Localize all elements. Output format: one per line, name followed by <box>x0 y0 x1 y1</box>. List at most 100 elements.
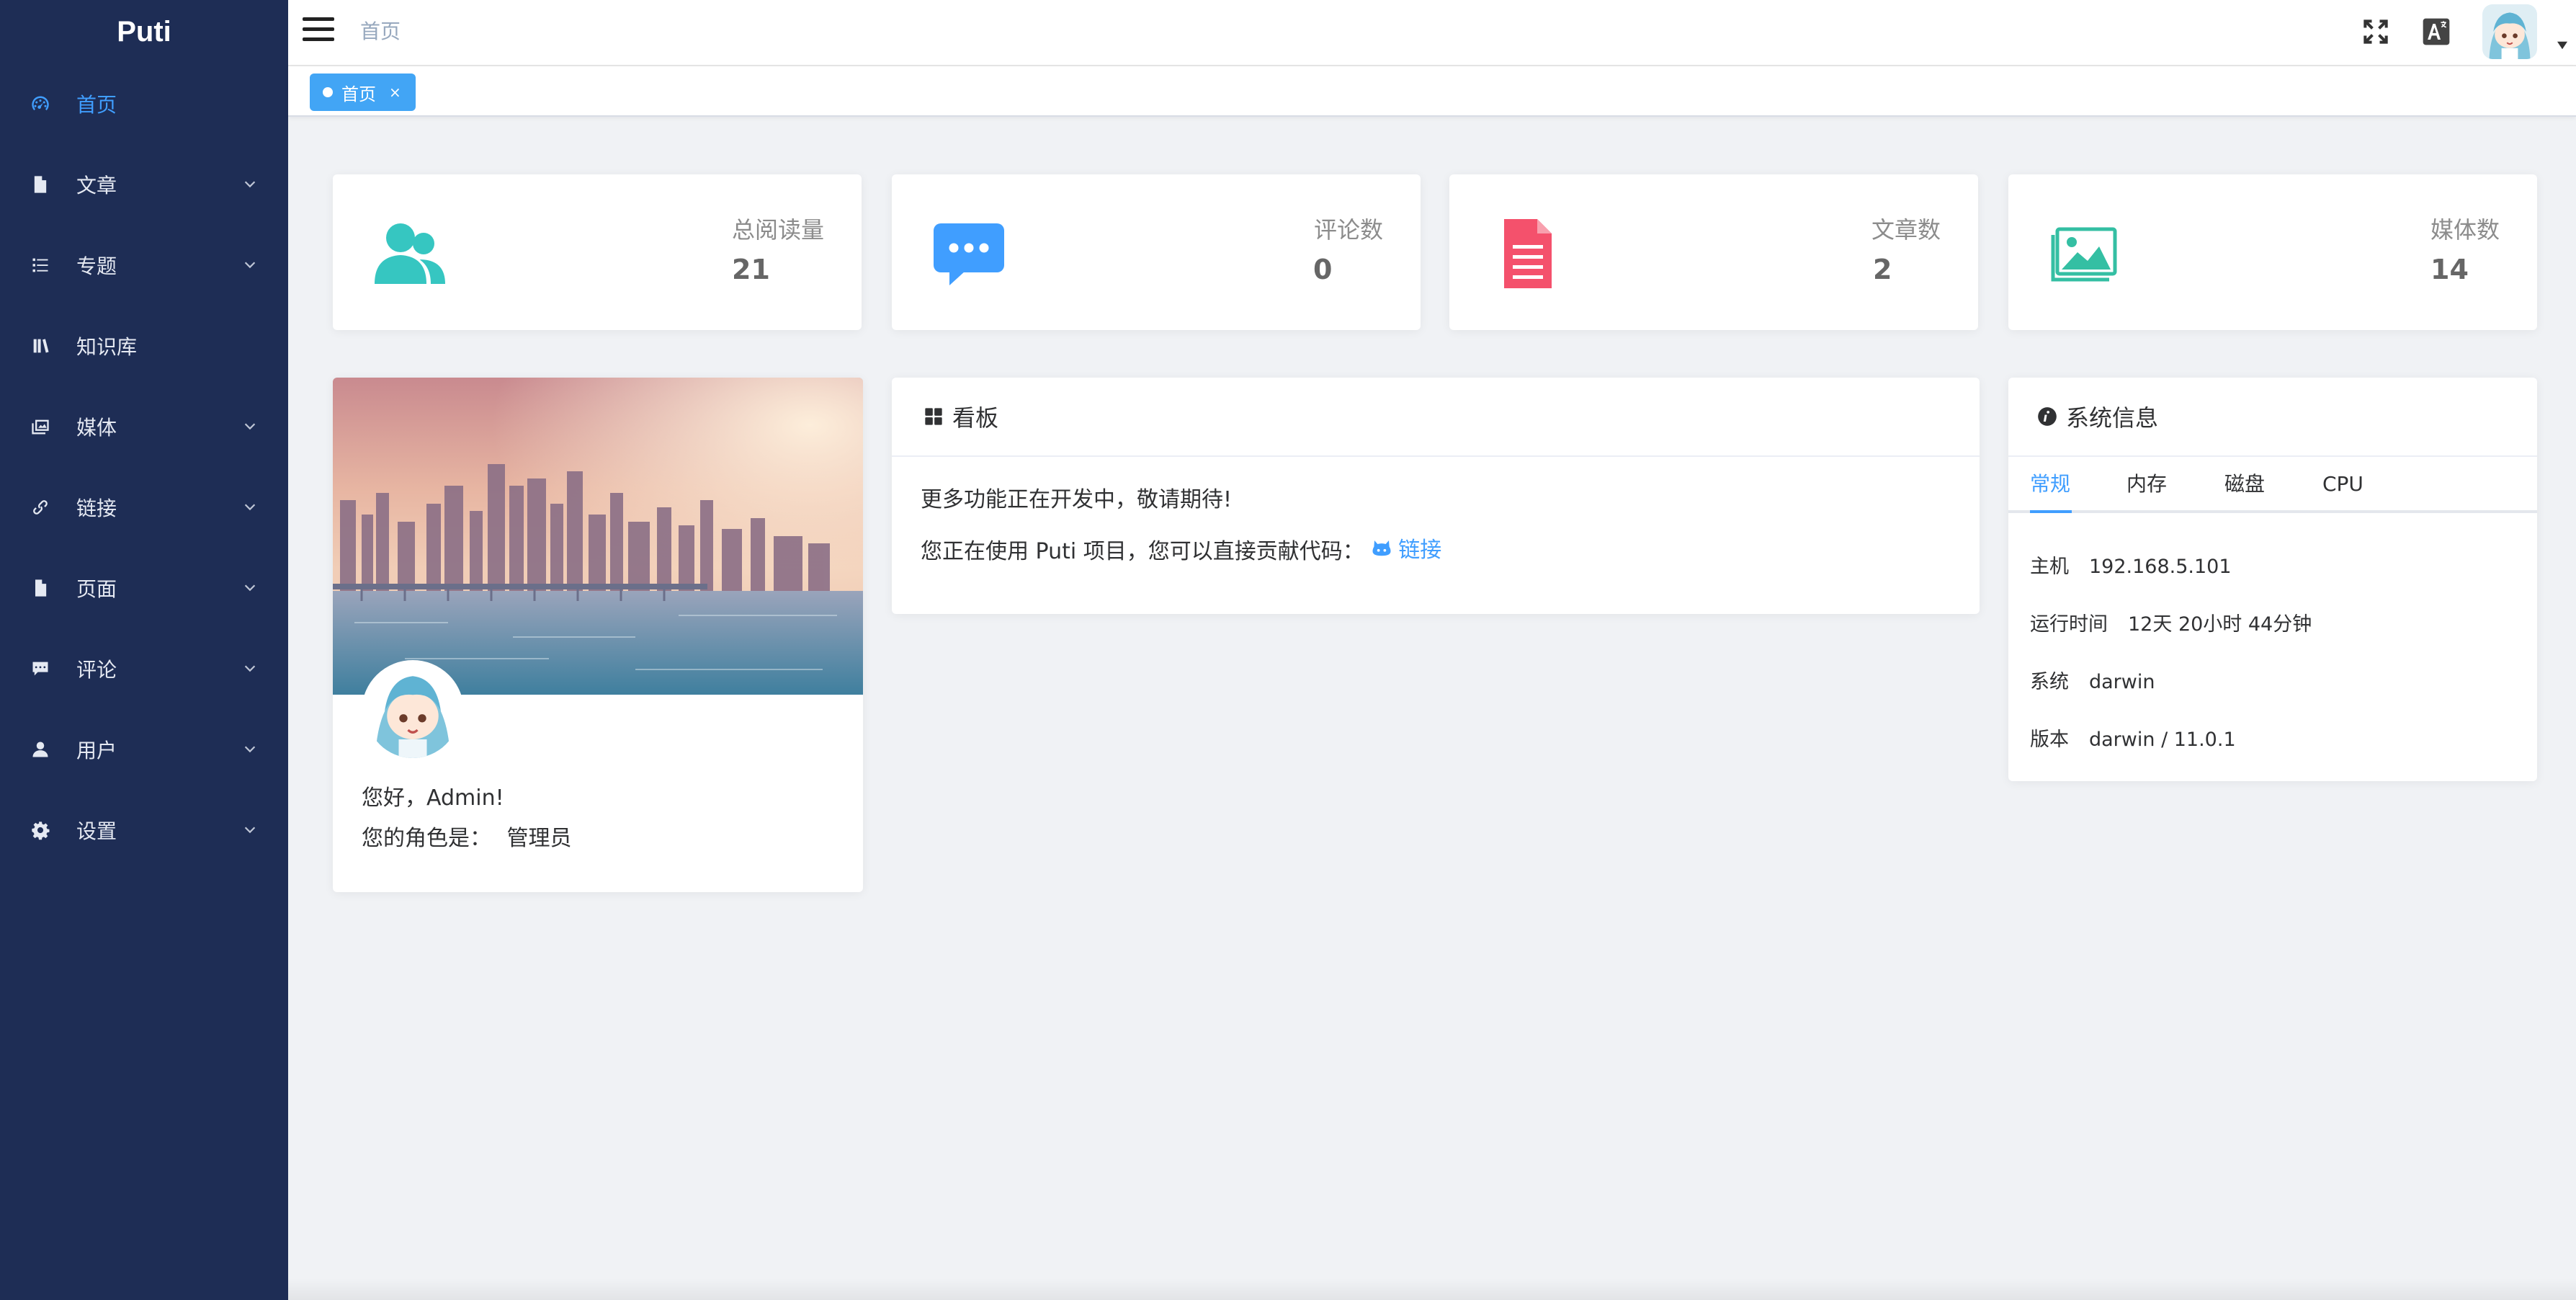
stat-value: 14 <box>2430 254 2469 285</box>
active-tab-indicator <box>2030 510 2072 513</box>
info-row-os: 系统 darwin <box>2030 666 2155 694</box>
chevron-down-icon <box>242 657 258 673</box>
info-key: 运行时间 <box>2030 613 2108 636</box>
chat-icon[interactable] <box>932 219 1007 288</box>
profile-role: 您的角色是： 管理员 <box>362 820 572 852</box>
sidebar-item-label: 专题 <box>76 254 117 278</box>
sidebar-item-label: 文章 <box>76 174 117 197</box>
system-info-card: 系统信息 常规 内存 磁盘 CPU 主机 192.168.5.101 运行时间 12… <box>2008 378 2537 781</box>
sidebar-item-topics[interactable]: 专题 <box>0 225 288 306</box>
fullscreen-icon[interactable] <box>2360 16 2392 48</box>
top-header: 首页 <box>288 0 2576 66</box>
sidebar-item-label: 首页 <box>76 93 117 117</box>
books-icon <box>29 334 52 357</box>
document-icon <box>29 173 52 196</box>
board-text-dev: 更多功能正在开发中，敬请期待! <box>921 487 1233 512</box>
role-value: 管理员 <box>506 826 572 851</box>
stat-card-media[interactable]: 媒体数 14 <box>2008 174 2537 330</box>
user-avatar[interactable] <box>2482 4 2537 59</box>
translate-icon[interactable] <box>2420 16 2452 48</box>
breadcrumb[interactable]: 首页 <box>360 0 401 63</box>
sidebar-item-users[interactable]: 用户 <box>0 709 288 790</box>
info-row-uptime: 运行时间 12天 20小时 44分钟 <box>2030 608 2312 636</box>
bottom-shadow <box>288 1278 2576 1300</box>
sidebar-item-label: 用户 <box>76 739 117 762</box>
sidebar-item-articles[interactable]: 文章 <box>0 144 288 225</box>
sidebar-menu: 首页 文章 专题 知识库 媒体 链接 页面 评论 用户 设置 <box>0 63 288 871</box>
dashboard-icon <box>29 92 52 115</box>
users-icon[interactable] <box>373 219 448 288</box>
cover-image <box>333 378 863 695</box>
link-icon <box>29 496 52 519</box>
sidebar-item-links[interactable]: 链接 <box>0 467 288 548</box>
info-key: 主机 <box>2030 556 2069 578</box>
chevron-down-icon <box>242 415 258 431</box>
stat-label: 总阅读量 <box>731 216 824 244</box>
grid-icon <box>925 408 942 425</box>
sidebar-item-media[interactable]: 媒体 <box>0 386 288 467</box>
role-label: 您的角色是： <box>362 826 491 851</box>
tags-view-bar: 首页 × <box>288 66 2576 117</box>
chevron-down-icon <box>242 496 258 512</box>
chevron-down-icon <box>242 576 258 592</box>
tab-memory[interactable]: 内存 <box>2126 457 2167 513</box>
github-link[interactable]: 链接 <box>1371 532 1441 564</box>
tag-home[interactable]: 首页 × <box>310 74 416 111</box>
article-icon[interactable] <box>1490 219 1565 288</box>
stat-value: 21 <box>732 254 770 285</box>
tag-label: 首页 <box>341 84 376 104</box>
file-icon <box>29 576 52 600</box>
sysinfo-header: 系统信息 <box>2008 378 2537 457</box>
tab-general[interactable]: 常规 <box>2030 457 2070 513</box>
info-row-host: 主机 192.168.5.101 <box>2030 551 2232 579</box>
profile-card: 您好，Admin! 您的角色是： 管理员 <box>333 378 863 892</box>
user-icon <box>29 738 52 761</box>
sidebar-item-label: 知识库 <box>76 335 138 359</box>
sysinfo-title: 系统信息 <box>2066 404 2159 432</box>
info-row-version: 版本 darwin / 11.0.1 <box>2030 724 2236 752</box>
chevron-down-icon <box>242 819 258 834</box>
sidebar-item-home[interactable]: 首页 <box>0 63 288 144</box>
sidebar-item-label: 媒体 <box>76 416 117 440</box>
brand-logo[interactable]: Puti <box>0 0 288 63</box>
dashboard-board-card: 看板 更多功能正在开发中，敬请期待! 您正在使用 Puti 项目，您可以直接贡献… <box>892 378 1980 614</box>
tab-cpu[interactable]: CPU <box>2322 457 2363 513</box>
sidebar-item-knowledge[interactable]: 知识库 <box>0 306 288 386</box>
chevron-down-icon <box>242 738 258 754</box>
sysinfo-tabs: 常规 内存 磁盘 CPU <box>2008 457 2537 513</box>
hamburger-menu-icon[interactable] <box>303 17 334 46</box>
stat-value: 0 <box>1313 254 1333 285</box>
stat-label: 媒体数 <box>2430 216 2500 244</box>
sidebar-item-label: 链接 <box>76 497 117 520</box>
chevron-down-icon <box>242 254 258 270</box>
sidebar-item-pages[interactable]: 页面 <box>0 548 288 628</box>
sidebar: Puti 首页 文章 专题 知识库 媒体 链接 页面 评论 用户 设置 <box>0 0 288 1300</box>
tab-disk[interactable]: 磁盘 <box>2224 457 2265 513</box>
info-value: darwin / 11.0.1 <box>2089 729 2236 751</box>
stat-card-comments[interactable]: 评论数 0 <box>892 174 1421 330</box>
board-title: 看板 <box>952 404 999 432</box>
stat-label: 评论数 <box>1313 216 1383 244</box>
info-key: 版本 <box>2030 729 2069 751</box>
info-icon <box>2038 407 2057 426</box>
stat-card-reads[interactable]: 总阅读量 21 <box>333 174 862 330</box>
profile-avatar[interactable] <box>362 660 464 762</box>
list-icon <box>29 254 52 277</box>
stat-card-articles[interactable]: 文章数 2 <box>1449 174 1978 330</box>
active-dot-icon <box>323 87 333 97</box>
caret-down-icon[interactable] <box>2556 40 2569 50</box>
github-icon <box>1372 540 1391 556</box>
photos-icon <box>29 415 52 438</box>
sidebar-item-settings[interactable]: 设置 <box>0 790 288 871</box>
board-text-contribute: 您正在使用 Puti 项目，您可以直接贡献代码： 链接 <box>921 532 1441 565</box>
board-contribute-text: 您正在使用 Puti 项目，您可以直接贡献代码： <box>921 539 1364 564</box>
chevron-down-icon <box>242 173 258 189</box>
info-value: 12天 20小时 44分钟 <box>2128 613 2312 636</box>
sidebar-item-comments[interactable]: 评论 <box>0 628 288 709</box>
github-link-label: 链接 <box>1398 538 1442 563</box>
sidebar-item-label: 页面 <box>76 577 117 601</box>
picture-icon[interactable] <box>2049 219 2124 288</box>
close-icon[interactable]: × <box>389 84 401 101</box>
info-key: 系统 <box>2030 671 2069 693</box>
comment-icon <box>29 657 52 680</box>
